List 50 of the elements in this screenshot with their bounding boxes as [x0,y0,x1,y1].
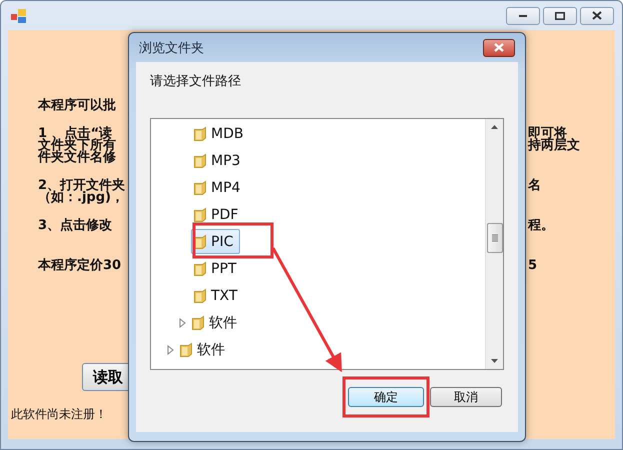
folder-item[interactable]: PIC [191,229,240,254]
maximize-icon [555,12,565,20]
close-icon [592,11,602,20]
instruction-text: 持两层文 [528,140,580,152]
instruction-text: 5 [528,260,538,272]
scroll-thumb[interactable] [486,223,502,253]
dialog-title: 浏览文件夹 [139,40,205,56]
instruction-text: 文件夹下所有 [38,140,116,152]
folder-icon [194,206,206,222]
folder-item[interactable]: TXT [191,283,244,308]
folder-item[interactable]: MP3 [191,148,248,173]
ok-button[interactable]: 确定 [348,387,424,407]
instruction-text: 本程序定价30 [38,260,122,272]
scroll-up-icon[interactable] [491,125,498,129]
folder-icon [194,288,206,304]
close-icon [493,43,505,52]
instruction-text: 3、点击修改 [38,220,112,232]
folder-icon [194,234,206,250]
prompt-text: 请选择文件路径 [150,73,241,90]
instruction-text: 件夹文件名修 [38,152,116,164]
instruction-text: 本程序可以批 [38,100,116,112]
folder-item[interactable]: MDB [191,121,250,146]
expander-icon[interactable] [167,344,174,354]
scrollbar[interactable] [485,119,503,369]
expander-icon[interactable] [179,318,186,328]
instruction-text: 名 [528,180,541,192]
instruction-text: 程。 [528,220,554,232]
folder-item[interactable]: 软件 [189,310,244,335]
cancel-button[interactable]: 取消 [430,387,502,407]
folder-icon [194,126,206,142]
folder-item[interactable]: PDF [191,202,246,227]
scroll-down-icon[interactable] [491,359,498,363]
app-icon [11,8,26,23]
folder-icon [192,314,204,330]
minimize-button[interactable] [506,6,540,24]
folder-icon [194,152,206,168]
folder-icon [180,342,192,358]
close-button[interactable] [483,38,515,56]
maximize-button[interactable] [543,6,577,24]
status-text: 此软件尚未注册！ [11,406,107,423]
close-button[interactable] [580,6,614,24]
instruction-text: 即可将 [528,128,567,140]
folder-item[interactable]: 软件 [177,337,232,362]
minimize-icon [519,14,527,16]
folder-item[interactable]: MP4 [191,175,248,200]
folder-icon [194,260,206,276]
instruction-text: 2、打开文件夹 [38,180,126,192]
instruction-text: （如：.jpg)， [38,192,124,204]
folder-icon [194,180,206,196]
folder-item[interactable]: PPT [191,256,244,281]
